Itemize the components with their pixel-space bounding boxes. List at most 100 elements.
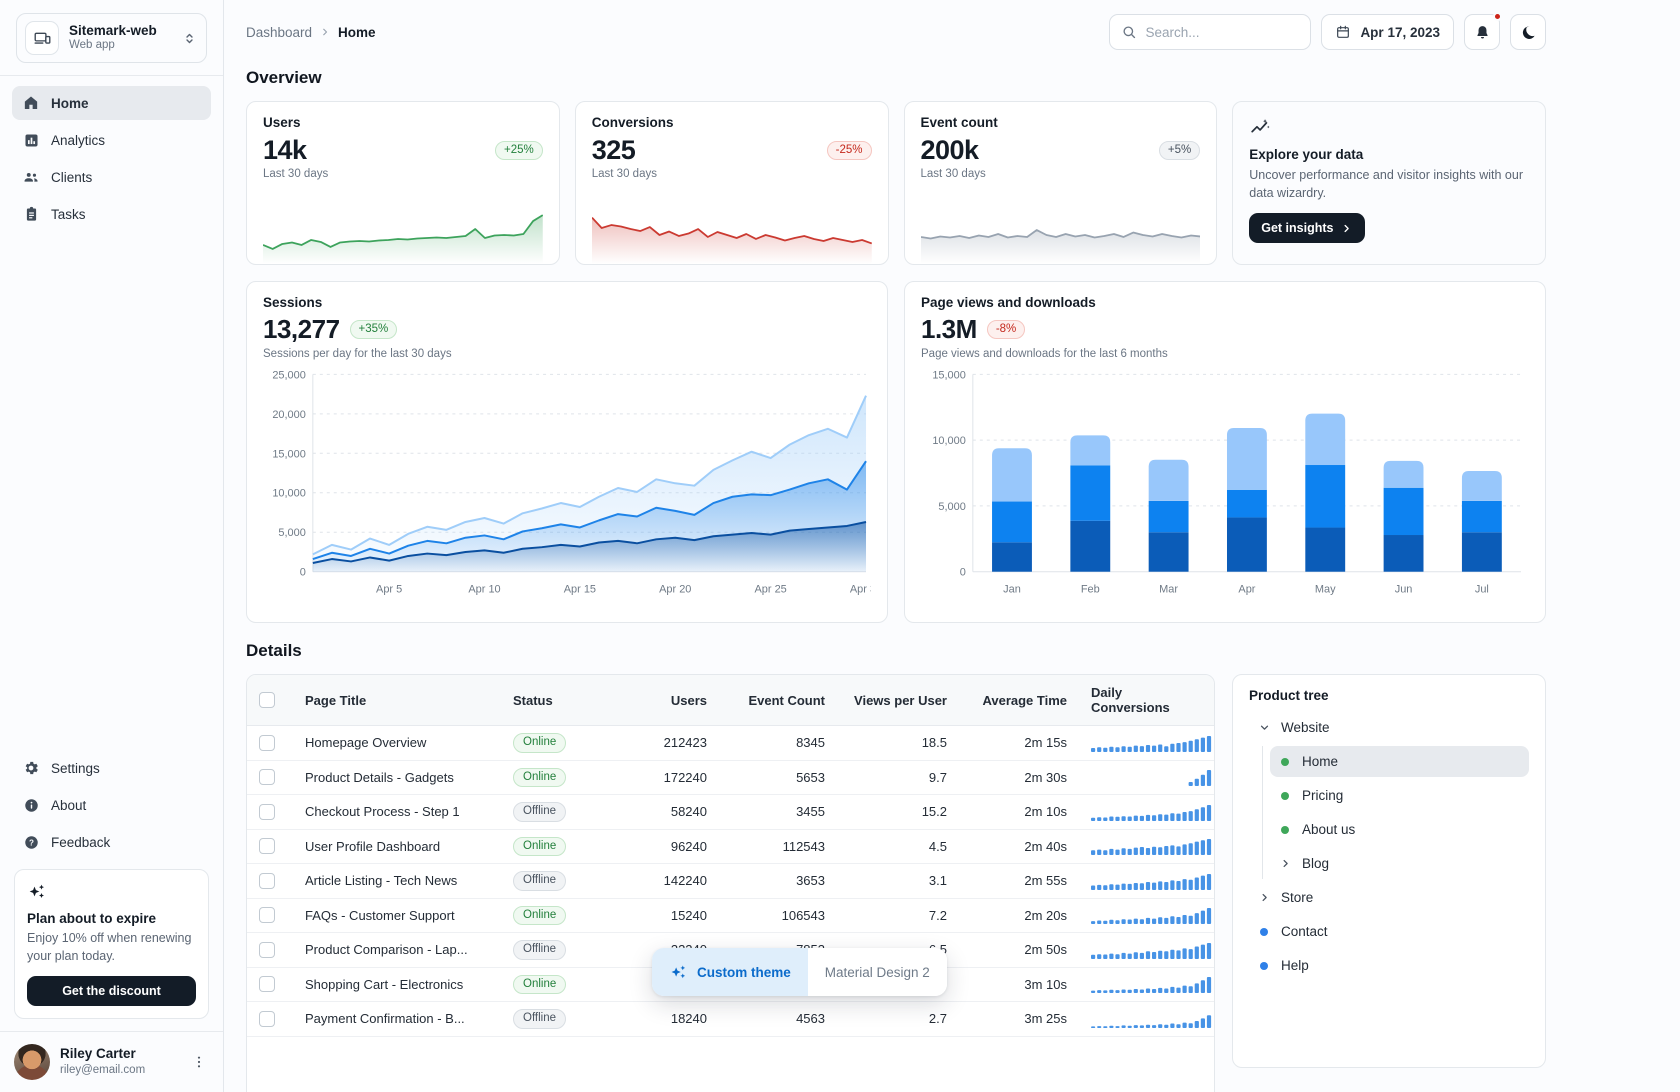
row-checkbox[interactable]: [259, 735, 275, 751]
pageviews-bar-chart: 05,00010,00015,000JanFebMarAprMayJunJul: [921, 366, 1529, 600]
row-checkbox[interactable]: [259, 873, 275, 889]
sidebar-item-analytics[interactable]: Analytics: [12, 123, 211, 157]
cell-average-time: 2m 10s: [959, 795, 1079, 830]
column-header-status[interactable]: Status: [501, 675, 601, 726]
get-insights-button[interactable]: Get insights: [1249, 213, 1365, 243]
sessions-area-chart: 05,00010,00015,00020,00025,000Apr 5Apr 1…: [263, 366, 871, 600]
column-header-users[interactable]: Users: [601, 675, 719, 726]
svg-text:15,000: 15,000: [272, 448, 306, 460]
breadcrumb: Dashboard Home: [246, 25, 376, 40]
sessions-title: Sessions: [263, 295, 871, 310]
status-badge: Online: [513, 837, 566, 857]
tree-item-pricing[interactable]: Pricing: [1270, 780, 1529, 811]
table-row[interactable]: FAQs - Customer SupportOnline15240106543…: [247, 898, 1214, 933]
stat-value-row: 200k+5%: [921, 135, 1201, 166]
tree-item-contact[interactable]: Contact: [1249, 916, 1529, 947]
chevron-down-icon: [1257, 721, 1271, 735]
tree-item-home[interactable]: Home: [1270, 746, 1529, 777]
get-discount-button[interactable]: Get the discount: [27, 976, 196, 1006]
status-badge: Offline: [513, 871, 566, 891]
breadcrumb-home: Home: [338, 25, 376, 40]
dark-mode-toggle[interactable]: [1510, 14, 1546, 50]
cell-event-count: 106543: [719, 898, 837, 933]
cell-event-count: 112543: [719, 829, 837, 864]
row-checkbox[interactable]: [259, 976, 275, 992]
table-row[interactable]: Article Listing - Tech NewsOffline142240…: [247, 864, 1214, 899]
tree-item-help[interactable]: Help: [1249, 950, 1529, 981]
table-row[interactable]: User Profile DashboardOnline962401125434…: [247, 829, 1214, 864]
cell-event-count: 5653: [719, 760, 837, 795]
sidebar-item-home[interactable]: Home: [12, 86, 211, 120]
tree-item-store[interactable]: Store: [1249, 882, 1529, 913]
date-picker-button[interactable]: Apr 17, 2023: [1321, 14, 1454, 50]
plan-body: Enjoy 10% off when renewing your plan to…: [27, 930, 196, 965]
clients-icon: [22, 168, 40, 186]
stat-sparkline: [592, 206, 872, 264]
breadcrumb-dashboard[interactable]: Dashboard: [246, 25, 312, 40]
bell-icon: [1474, 24, 1491, 41]
row-checkbox[interactable]: [259, 804, 275, 820]
cell-users: 15240: [601, 898, 719, 933]
sessions-value: 13,277: [263, 314, 340, 345]
notifications-button[interactable]: [1464, 14, 1500, 50]
sidebar-item-settings[interactable]: Settings: [12, 751, 211, 785]
svg-text:May: May: [1315, 584, 1336, 596]
info-icon: [22, 796, 40, 814]
cell-page-title: User Profile Dashboard: [293, 829, 501, 864]
cell-users: 172240: [601, 760, 719, 795]
cell-status: Offline: [501, 864, 601, 899]
table-row[interactable]: Checkout Process - Step 1Offline58240345…: [247, 795, 1214, 830]
row-checkbox[interactable]: [259, 838, 275, 854]
sidebar-item-about[interactable]: About: [12, 788, 211, 822]
theme-option-custom[interactable]: Custom theme: [652, 948, 808, 996]
cell-views-per-user: 7.2: [837, 898, 959, 933]
cell-daily-conversions: [1079, 1002, 1214, 1037]
row-checkbox[interactable]: [259, 942, 275, 958]
status-badge: Online: [513, 768, 566, 788]
details-heading: Details: [246, 641, 1546, 661]
row-checkbox[interactable]: [259, 907, 275, 923]
search-box: [1109, 14, 1311, 50]
table-header-row: Page TitleStatusUsersEvent CountViews pe…: [247, 675, 1214, 726]
sessions-caption: Sessions per day for the last 30 days: [263, 348, 871, 360]
svg-text:Apr 10: Apr 10: [468, 584, 500, 596]
column-header-average-time[interactable]: Average Time: [959, 675, 1079, 726]
overview-cards-row: Users14k+25%Last 30 daysConversions325-2…: [246, 101, 1546, 265]
status-badge: Online: [513, 906, 566, 926]
cell-daily-conversions: [1079, 760, 1214, 795]
table-row[interactable]: Product Details - GadgetsOnline172240565…: [247, 760, 1214, 795]
column-header-event-count[interactable]: Event Count: [719, 675, 837, 726]
details-table-card: Page TitleStatusUsersEvent CountViews pe…: [246, 674, 1215, 1092]
cell-page-title: Shopping Cart - Electronics: [293, 967, 501, 1002]
select-all-checkbox[interactable]: [259, 692, 275, 708]
cell-daily-conversions: [1079, 864, 1214, 899]
cell-status: Online: [501, 967, 601, 1002]
svg-text:0: 0: [960, 567, 966, 579]
sidebar-item-tasks[interactable]: Tasks: [12, 197, 211, 231]
cell-average-time: 3m 10s: [959, 967, 1079, 1002]
tree-item-website[interactable]: Website: [1249, 712, 1529, 743]
column-header-page-title[interactable]: Page Title: [293, 675, 501, 726]
cell-status: Offline: [501, 933, 601, 968]
theme-option-md2[interactable]: Material Design 2: [808, 948, 947, 996]
sidebar-item-clients[interactable]: Clients: [12, 160, 211, 194]
row-checkbox[interactable]: [259, 1011, 275, 1027]
stat-sparkline: [263, 206, 543, 264]
table-row[interactable]: Homepage OverviewOnline212423834518.52m …: [247, 726, 1214, 761]
tree-item-about-us[interactable]: About us: [1270, 814, 1529, 845]
column-header-daily-conversions[interactable]: Daily Conversions: [1079, 675, 1214, 726]
topbar: Dashboard Home Apr 17, 2023: [246, 14, 1546, 50]
daily-conversions-sparkline: [1091, 804, 1213, 822]
column-header-views-per-user[interactable]: Views per User: [837, 675, 959, 726]
tree-item-blog[interactable]: Blog: [1270, 848, 1529, 879]
row-checkbox[interactable]: [259, 769, 275, 785]
user-menu-kebab-icon[interactable]: [189, 1052, 209, 1072]
sidebar: Sitemark-web Web app HomeAnalyticsClient…: [0, 0, 224, 1092]
main-content: Dashboard Home Apr 17, 2023: [224, 0, 1680, 1092]
get-insights-label: Get insights: [1261, 221, 1333, 235]
search-input[interactable]: [1145, 25, 1299, 40]
workspace-select[interactable]: Sitemark-web Web app: [16, 13, 207, 63]
svg-text:Apr 15: Apr 15: [564, 584, 596, 596]
table-row[interactable]: Payment Confirmation - B...Offline182404…: [247, 1002, 1214, 1037]
sidebar-item-feedback[interactable]: ?Feedback: [12, 825, 211, 859]
